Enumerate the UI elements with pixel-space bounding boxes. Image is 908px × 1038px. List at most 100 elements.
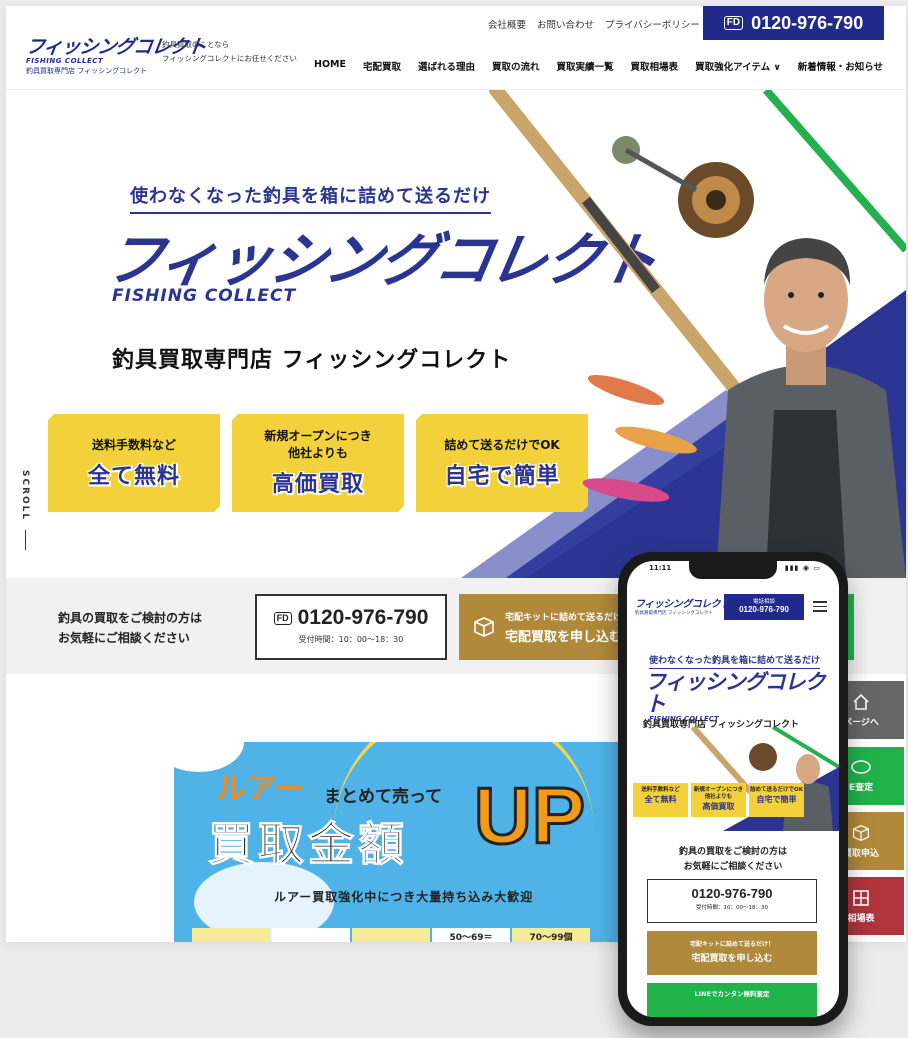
banner-table-cell: 70〜99個 (512, 928, 590, 942)
man-illustration (716, 238, 906, 578)
mobile-takuhai-apply-button[interactable]: 宅配キットに詰めて送るだけ！ 宅配買取を申し込む (647, 931, 817, 975)
nav-home[interactable]: HOME (314, 59, 346, 73)
nav-featured-items[interactable]: 買取強化アイテム ∨ (695, 59, 781, 73)
nav-price-table[interactable]: 買取相場表 (631, 59, 679, 73)
header-tagline-line-2: フィッシングコレクトにお任せください (162, 54, 297, 63)
mobile-cta-phone-number: 0120-976-790 (691, 886, 773, 901)
mobile-badge-free-small: 送料手数料など (641, 787, 680, 793)
scroll-indicator[interactable]: SCROLL (20, 470, 30, 521)
banner-up: UP (472, 770, 586, 862)
link-privacy[interactable]: プライバシーポリシー (605, 17, 700, 31)
lure-campaign-banner[interactable]: ルアー まとめて売って 買取金額 UP ルアー買取強化中につき大量持ち込み大歓迎… (174, 742, 634, 942)
nav-news[interactable]: 新着情報・お知らせ (798, 59, 883, 73)
box-icon (852, 824, 870, 841)
mobile-line-button[interactable]: LINEでカンタン無料査定 (647, 983, 817, 1017)
banner-lure: ルアー (216, 772, 305, 807)
badge-high-price-small-2: 他社よりも (288, 446, 348, 460)
mobile-badge-easy: 詰めて送るだけでOK 自宅で簡単 (749, 783, 804, 817)
cta-phone-number-row: FD 0120-976-790 (257, 606, 445, 630)
mobile-cta-hours: 受付時間：10：00〜18：30 (696, 905, 768, 911)
table-icon (853, 889, 869, 906)
chevron-down-icon: ∨ (773, 63, 781, 73)
mobile-badge-free: 送料手数料など 全て無料 (633, 783, 688, 817)
cta-phone-button[interactable]: FD 0120-976-790 受付時間：10：00〜18：30 (255, 594, 447, 660)
mobile-cta-text: 釣具の買取をご検討の方は お気軽にご相談ください (627, 845, 839, 875)
link-company[interactable]: 会社概要 (488, 17, 526, 31)
mobile-takuhai-apply-line-2: 宅配買取を申し込む (691, 954, 773, 964)
header-phone-button[interactable]: FD 0120-976-790 (703, 6, 884, 40)
hero-illustration (489, 90, 906, 578)
hero-section: 使わなくなった釣具を箱に詰めて送るだけ フィッシングコレクト FISHING C… (6, 90, 906, 578)
banner-kingaku: 買取金額 (208, 817, 408, 872)
nav-featured-items-label: 買取強化アイテム (695, 62, 771, 73)
side-button-label: 買取申込 (842, 848, 879, 859)
smartphone-mockup: 11:11 ▮▮▮ ◉ ▭ フィッシングコレクト 釣具買取専門店 フィッシングコ… (618, 552, 848, 1026)
nav-flow[interactable]: 買取の流れ (492, 59, 540, 73)
mobile-cta-text-line-2: お気軽にご相談ください (683, 862, 783, 872)
mobile-logo[interactable]: フィッシングコレクト 釣具買取専門店 フィッシングコレクト (635, 595, 730, 616)
mobile-badges: 送料手数料など 全て無料 新規オープンにつき 他社よりも 高価買取 詰めて送るだ… (633, 783, 804, 817)
smartphone-screen: 11:11 ▮▮▮ ◉ ▭ フィッシングコレクト 釣具買取専門店 フィッシングコ… (627, 561, 839, 1017)
banner-subtitle: ルアー買取強化中につき大量持ち込み大歓迎 (274, 890, 534, 904)
mobile-cta-text-line-1: 釣具の買取をご検討の方は (678, 847, 787, 857)
cta-text-line-2: お気軽にご相談ください (58, 631, 190, 645)
banner-table-cell (192, 928, 270, 942)
free-dial-icon: FD (723, 16, 744, 30)
phone-notch (689, 561, 777, 579)
mobile-badge-free-big: 全て無料 (644, 795, 677, 804)
mobile-badge-high-price-small: 新規オープンにつき 他社よりも (693, 787, 744, 800)
mobile-header-phone-label: 電話相談 (752, 599, 775, 605)
takuhai-apply-text: 宅配キットに詰めて送るだけ！ 宅配買取を申し込む (505, 610, 631, 645)
mobile-badge-high-price: 新規オープンにつき 他社よりも 高価買取 (691, 783, 746, 817)
hero-tagline: 使わなくなった釣具を箱に詰めて送るだけ (130, 182, 491, 214)
banner-table-cell (272, 928, 350, 942)
nav-results[interactable]: 買取実績一覧 (557, 59, 614, 73)
takuhai-apply-line-1: 宅配キットに詰めて送るだけ！ (505, 612, 632, 623)
badge-high-price-big: 高価買取 (271, 472, 364, 497)
home-icon (853, 693, 869, 710)
nav-reasons[interactable]: 選ばれる理由 (418, 59, 475, 73)
badge-free-big: 全て無料 (87, 463, 180, 489)
cta-text-line-1: 釣具の買取をご検討の方は (58, 611, 203, 625)
banner-matomete: まとめて売って (324, 787, 443, 807)
mobile-header-phone-button[interactable]: 電話相談 0120-976-790 (724, 594, 804, 620)
header-tagline-line-1: 釣具買取のことなら (162, 40, 230, 49)
mobile-logo-sub: 釣具買取専門店 フィッシングコレクト (635, 611, 713, 616)
free-dial-icon: FD (273, 611, 292, 625)
reel-icon (612, 136, 754, 238)
mobile-hero-logo-jp: フィッシングコレクト (645, 670, 826, 716)
link-contact[interactable]: お問い合わせ (537, 17, 594, 31)
takuhai-apply-line-2: 宅配買取を申し込む (505, 629, 623, 645)
cta-text: 釣具の買取をご検討の方は お気軽にご相談ください (58, 608, 202, 648)
cta-hours: 受付時間：10：00〜18：30 (298, 635, 404, 644)
side-button-label: 相場表 (847, 913, 875, 924)
header-phone-number: 0120-976-790 (751, 12, 864, 33)
mobile-header-phone-number: 0120-976-790 (739, 605, 789, 614)
badge-high-price-small-1: 新規オープンにつき (264, 429, 372, 443)
logo-sub: 釣具買取専門店 フィッシングコレクト (26, 67, 148, 75)
mobile-hero: 使わなくなった釣具を箱に詰めて送るだけ フィッシングコレクト FISHING C… (627, 627, 839, 831)
mobile-badge-high-price-big: 高価買取 (702, 802, 735, 811)
hamburger-menu-icon[interactable] (813, 601, 827, 615)
mobile-takuhai-apply-line-1: 宅配キットに詰めて送るだけ！ (689, 941, 774, 948)
green-rod (762, 90, 906, 253)
nav-takuhai[interactable]: 宅配買取 (363, 59, 401, 73)
header-tagline: 釣具買取のことなら フィッシングコレクトにお任せください (162, 38, 312, 66)
scroll-line (25, 530, 26, 550)
phone-status-icons: ▮▮▮ ◉ ▭ (784, 564, 821, 572)
mobile-logo-jp: フィッシングコレクト (635, 599, 730, 610)
side-button-label: E査定 (848, 782, 874, 793)
site-header: フィッシングコレクト FISHING COLLECT 釣具買取専門店 フィッシン… (6, 6, 906, 90)
side-button-label: ページへ (843, 717, 879, 728)
lure-icons (582, 374, 697, 502)
top-links: 会社概要 お問い合わせ プライバシーポリシー (488, 17, 700, 31)
badge-free: 送料手数料など 全て無料 (48, 414, 220, 512)
badge-free-small: 送料手数料など (91, 437, 176, 452)
mobile-cta-phone-button[interactable]: 0120-976-790 受付時間：10：00〜18：30 (647, 879, 817, 923)
banner-table-cell (352, 928, 430, 942)
banner-price-table: 50〜69＝ 70〜99個 (192, 928, 590, 942)
rod-reel-seat (582, 196, 660, 294)
mobile-badge-easy-small: 詰めて送るだけでOK (750, 787, 803, 793)
badge-high-price: 新規オープンにつき 他社よりも 高価買取 (232, 414, 404, 512)
cta-phone-number: 0120-976-790 (297, 606, 429, 629)
